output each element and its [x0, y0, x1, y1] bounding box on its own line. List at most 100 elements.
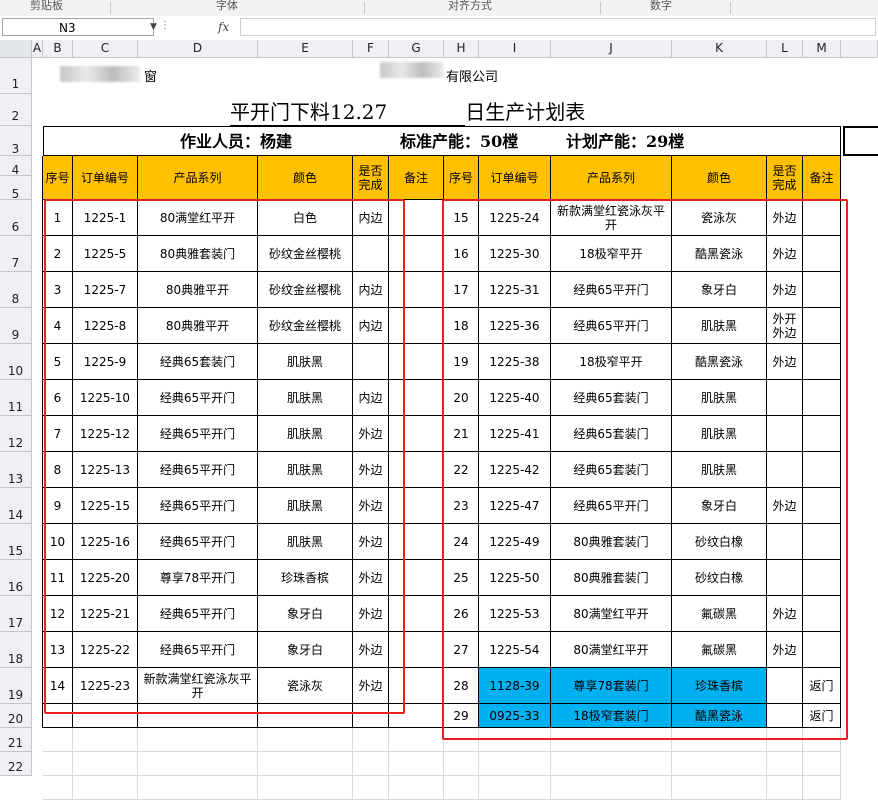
left-row-14-no[interactable]: 14 — [43, 668, 73, 704]
right-row-18-note[interactable] — [803, 308, 841, 344]
right-row-17-order[interactable]: 1225-31 — [479, 272, 551, 308]
empty-cell[interactable] — [353, 752, 389, 776]
left-row-3-done[interactable]: 内边 — [353, 272, 389, 308]
left-row-9-no[interactable]: 9 — [43, 488, 73, 524]
empty-cell[interactable] — [803, 752, 841, 776]
right-row-16-done[interactable]: 外边 — [767, 236, 803, 272]
left-row-12-color[interactable]: 象牙白 — [258, 596, 353, 632]
header-right-series[interactable]: 产品系列 — [551, 156, 672, 200]
column-header-a[interactable]: A — [32, 40, 43, 58]
row-header-22[interactable]: 22 — [0, 752, 32, 776]
empty-cell[interactable] — [258, 776, 353, 800]
left-row-1-order[interactable]: 1225-1 — [73, 200, 138, 236]
right-row-26-note[interactable] — [803, 596, 841, 632]
right-row-17-no[interactable]: 17 — [444, 272, 479, 308]
left-row-5-done[interactable] — [353, 344, 389, 380]
left-row-5-note[interactable] — [389, 344, 444, 380]
left-row-3-order[interactable]: 1225-7 — [73, 272, 138, 308]
right-row-26-color[interactable]: 氟碳黑 — [672, 596, 767, 632]
left-row-12-no[interactable]: 12 — [43, 596, 73, 632]
ribbon-group-clipboard[interactable]: 剪贴板 — [30, 0, 63, 12]
right-row-21-series[interactable]: 经典65套装门 — [551, 416, 672, 452]
empty-cell[interactable] — [551, 752, 672, 776]
header-left-no[interactable]: 序号 — [43, 156, 73, 200]
column-header-f[interactable]: F — [353, 40, 389, 58]
row-header-13[interactable]: 13 — [0, 452, 32, 488]
left-row-12-done[interactable]: 外边 — [353, 596, 389, 632]
left-row-5-no[interactable]: 5 — [43, 344, 73, 380]
left-row-7-note[interactable] — [389, 416, 444, 452]
left-row-5-color[interactable]: 肌肤黑 — [258, 344, 353, 380]
empty-cell[interactable] — [672, 752, 767, 776]
header-right-no[interactable]: 序号 — [444, 156, 479, 200]
left-row-10-note[interactable] — [389, 524, 444, 560]
selected-cell-n3[interactable] — [843, 126, 878, 156]
empty-cell[interactable] — [444, 776, 479, 800]
left-row-10-order[interactable]: 1225-16 — [73, 524, 138, 560]
right-row-23-color[interactable]: 象牙白 — [672, 488, 767, 524]
left-row-1-no[interactable]: 1 — [43, 200, 73, 236]
left-row-8-order[interactable]: 1225-13 — [73, 452, 138, 488]
row-header-6[interactable]: 6 — [0, 200, 32, 236]
left-empty-row-20[interactable] — [258, 704, 353, 728]
row-header-11[interactable]: 11 — [0, 380, 32, 416]
left-row-2-done[interactable] — [353, 236, 389, 272]
left-row-5-order[interactable]: 1225-9 — [73, 344, 138, 380]
left-row-13-color[interactable]: 象牙白 — [258, 632, 353, 668]
row-header-1[interactable]: 1 — [0, 58, 32, 94]
right-row-27-done[interactable]: 外边 — [767, 632, 803, 668]
left-row-14-order[interactable]: 1225-23 — [73, 668, 138, 704]
left-row-7-order[interactable]: 1225-12 — [73, 416, 138, 452]
right-row-18-done[interactable]: 外开外边 — [767, 308, 803, 344]
right-row-27-no[interactable]: 27 — [444, 632, 479, 668]
right-row-20-series[interactable]: 经典65套装门 — [551, 380, 672, 416]
empty-cell[interactable] — [479, 728, 551, 752]
right-row-17-note[interactable] — [803, 272, 841, 308]
left-row-8-no[interactable]: 8 — [43, 452, 73, 488]
right-row-20-note[interactable] — [803, 380, 841, 416]
empty-cell[interactable] — [353, 776, 389, 800]
name-box-dropdown-icon[interactable]: ▼ — [150, 22, 157, 32]
left-row-14-series[interactable]: 新款满堂红瓷泳灰平开 — [138, 668, 258, 704]
right-row-19-done[interactable]: 外边 — [767, 344, 803, 380]
empty-cell[interactable] — [43, 752, 73, 776]
right-row-28-order[interactable]: 1128-39 — [479, 668, 551, 704]
right-row-26-done[interactable]: 外边 — [767, 596, 803, 632]
right-row-19-series[interactable]: 18极窄平开 — [551, 344, 672, 380]
left-row-11-order[interactable]: 1225-20 — [73, 560, 138, 596]
left-empty-row-20[interactable] — [73, 704, 138, 728]
row-header-14[interactable]: 14 — [0, 488, 32, 524]
row-header-4[interactable]: 4 — [0, 156, 32, 177]
empty-cell[interactable] — [551, 728, 672, 752]
row-header-19[interactable]: 19 — [0, 668, 32, 704]
empty-cell[interactable] — [767, 776, 803, 800]
empty-cell[interactable] — [444, 728, 479, 752]
right-row-24-no[interactable]: 24 — [444, 524, 479, 560]
left-empty-row-20[interactable] — [353, 704, 389, 728]
left-row-13-note[interactable] — [389, 632, 444, 668]
right-row-18-series[interactable]: 经典65平开门 — [551, 308, 672, 344]
left-row-8-color[interactable]: 肌肤黑 — [258, 452, 353, 488]
right-row-25-order[interactable]: 1225-50 — [479, 560, 551, 596]
right-row-22-color[interactable]: 肌肤黑 — [672, 452, 767, 488]
formula-bar-splitter-icon[interactable]: ⋮ — [160, 20, 171, 31]
row-header-10[interactable]: 10 — [0, 344, 32, 380]
left-row-4-order[interactable]: 1225-8 — [73, 308, 138, 344]
row-header-5[interactable]: 5 — [0, 176, 32, 201]
left-row-1-done[interactable]: 内边 — [353, 200, 389, 236]
empty-cell[interactable] — [767, 752, 803, 776]
column-header-n[interactable] — [841, 40, 878, 58]
right-row-19-no[interactable]: 19 — [444, 344, 479, 380]
empty-cell[interactable] — [258, 752, 353, 776]
column-header-l[interactable]: L — [767, 40, 803, 58]
row-header-7[interactable]: 7 — [0, 236, 32, 272]
header-right-color[interactable]: 颜色 — [672, 156, 767, 200]
empty-cell[interactable] — [767, 728, 803, 752]
right-row-24-done[interactable] — [767, 524, 803, 560]
left-row-12-note[interactable] — [389, 596, 444, 632]
empty-cell[interactable] — [389, 776, 444, 800]
empty-cell[interactable] — [672, 776, 767, 800]
right-row-16-note[interactable] — [803, 236, 841, 272]
right-row-29-note[interactable]: 返门 — [803, 704, 841, 728]
empty-cell[interactable] — [803, 728, 841, 752]
